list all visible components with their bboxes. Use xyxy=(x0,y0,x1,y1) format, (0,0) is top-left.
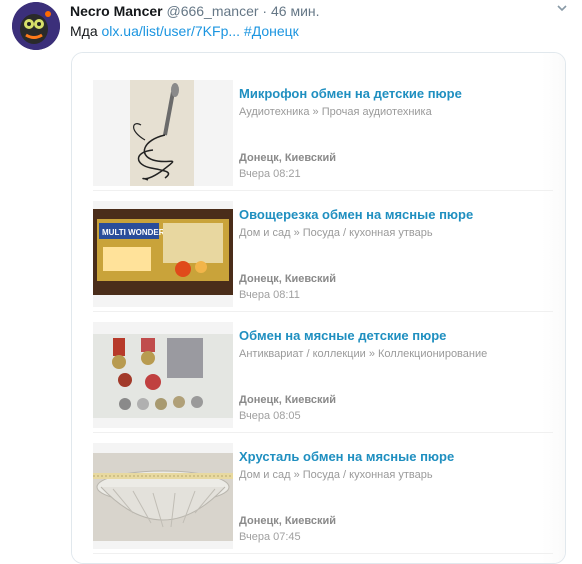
tweet-link[interactable]: olx.ua/list/user/7KFp... xyxy=(102,23,241,39)
listing-title[interactable]: Обмен на мясные детские пюре xyxy=(239,328,446,343)
author-name[interactable]: Necro Mancer xyxy=(70,3,163,19)
tweet-text: Мда olx.ua/list/user/7KFp... #Донецк xyxy=(70,22,299,40)
author-handle[interactable]: @666_mancer xyxy=(166,3,258,19)
listing-thumbnail[interactable] xyxy=(93,443,233,549)
listing-location: Донецк, Киевский xyxy=(239,273,337,285)
listing-category: Антиквариат / коллекции » Коллекциониров… xyxy=(239,348,488,360)
link-preview-card[interactable]: Микрофон обмен на детские пюре Аудиотехн… xyxy=(71,52,566,564)
tweet: Necro Mancer @666_mancer · 46 мин. Мда o… xyxy=(0,0,582,564)
listing-item[interactable]: Обмен на мясные детские пюре Антиквариат… xyxy=(93,322,553,433)
listing-time: Вчера 08:11 xyxy=(239,289,300,301)
listing-category: Аудиотехника » Прочая аудиотехника xyxy=(239,106,432,118)
tweet-text-prefix: Мда xyxy=(70,23,98,39)
listing-title[interactable]: Микрофон обмен на детские пюре xyxy=(239,86,462,101)
listing-title[interactable]: Хрусталь обмен на мясные пюре xyxy=(239,449,454,464)
microphone-image xyxy=(93,80,233,186)
box-label-text: MULTI WONDER xyxy=(102,228,165,237)
tweet-hashtag[interactable]: #Донецк xyxy=(244,23,299,39)
card-content: Микрофон обмен на детские пюре Аудиотехн… xyxy=(72,53,565,563)
listing-item[interactable]: Микрофон обмен на детские пюре Аудиотехн… xyxy=(93,80,553,191)
listing-category: Дом и сад » Посуда / кухонная утварь xyxy=(239,227,433,239)
listing-time: Вчера 07:45 xyxy=(239,531,301,543)
medals-coins-image xyxy=(93,322,233,428)
listing-thumbnail[interactable] xyxy=(93,322,233,428)
chevron-down-icon[interactable] xyxy=(554,2,570,18)
listing-thumbnail[interactable] xyxy=(93,80,233,186)
separator: · xyxy=(262,3,268,19)
vegetable-slicer-image: MULTI WONDER xyxy=(93,201,233,307)
listing-location: Донецк, Киевский xyxy=(239,515,337,527)
listing-location: Донецк, Киевский xyxy=(239,152,337,164)
avatar[interactable] xyxy=(12,2,60,50)
avatar-image xyxy=(12,2,60,50)
listing-thumbnail[interactable]: MULTI WONDER xyxy=(93,201,233,307)
listing-time: Вчера 08:05 xyxy=(239,410,301,422)
tweet-header: Necro Mancer @666_mancer · 46 мин. xyxy=(70,2,320,20)
tweet-time[interactable]: 46 мин. xyxy=(271,3,320,19)
listing-location: Донецк, Киевский xyxy=(239,394,337,406)
listing-time: Вчера 08:21 xyxy=(239,168,301,180)
listing-title[interactable]: Овощерезка обмен на мясные пюре xyxy=(239,207,473,222)
listing-item[interactable]: MULTI WONDER Овощерезка обмен на мясные … xyxy=(93,201,553,312)
crystal-bowl-image xyxy=(93,443,233,549)
listing-item[interactable]: Хрусталь обмен на мясные пюре Дом и сад … xyxy=(93,443,553,554)
listing-category: Дом и сад » Посуда / кухонная утварь xyxy=(239,469,433,481)
